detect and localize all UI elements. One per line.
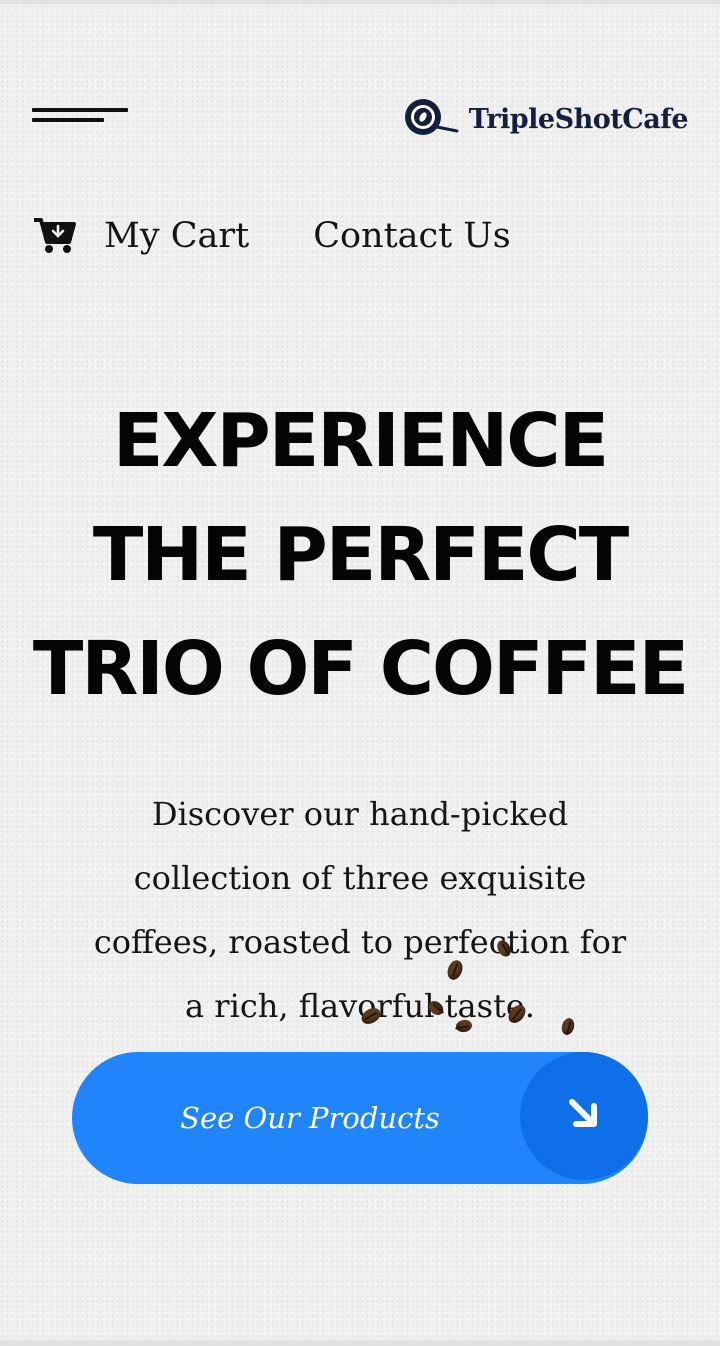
contact-us-link[interactable]: Contact Us [313, 216, 511, 256]
hero-title-line: Experience [112, 398, 609, 484]
logo[interactable]: TripleShotCafe [403, 96, 689, 142]
menu-line-bottom [32, 118, 104, 122]
my-cart-link[interactable]: My Cart [32, 214, 249, 258]
top-nav: My Cart Contact Us [32, 214, 511, 258]
shopping-cart-icon [32, 214, 76, 258]
hamburger-menu-icon[interactable] [32, 104, 130, 128]
hero-description-line: coffees, roasted to perfection for [93, 923, 627, 961]
hero-description-line: Discover our hand-picked [151, 795, 569, 833]
logo-text: TripleShotCafe [468, 103, 689, 135]
my-cart-label: My Cart [104, 216, 250, 256]
cta-label: See Our Products [180, 1101, 440, 1135]
menu-line-top [32, 108, 128, 112]
hero-title-line: Trio of Coffee [32, 626, 689, 712]
arrow-down-right-icon [562, 1092, 606, 1140]
hero-description-line: collection of three exquisite [133, 859, 587, 897]
hero-title-line: The Perfect [92, 512, 629, 598]
hero-title: Experience The Perfect Trio of Coffee [0, 384, 720, 726]
see-our-products-button[interactable]: See Our Products [72, 1052, 648, 1184]
coffee-cup-icon [403, 97, 459, 141]
page: TripleShotCafe My Cart Contact Us Experi… [0, 0, 720, 1346]
cta-arrow-circle [520, 1052, 648, 1180]
hero-description: Discover our hand-picked collection of t… [70, 782, 650, 1038]
